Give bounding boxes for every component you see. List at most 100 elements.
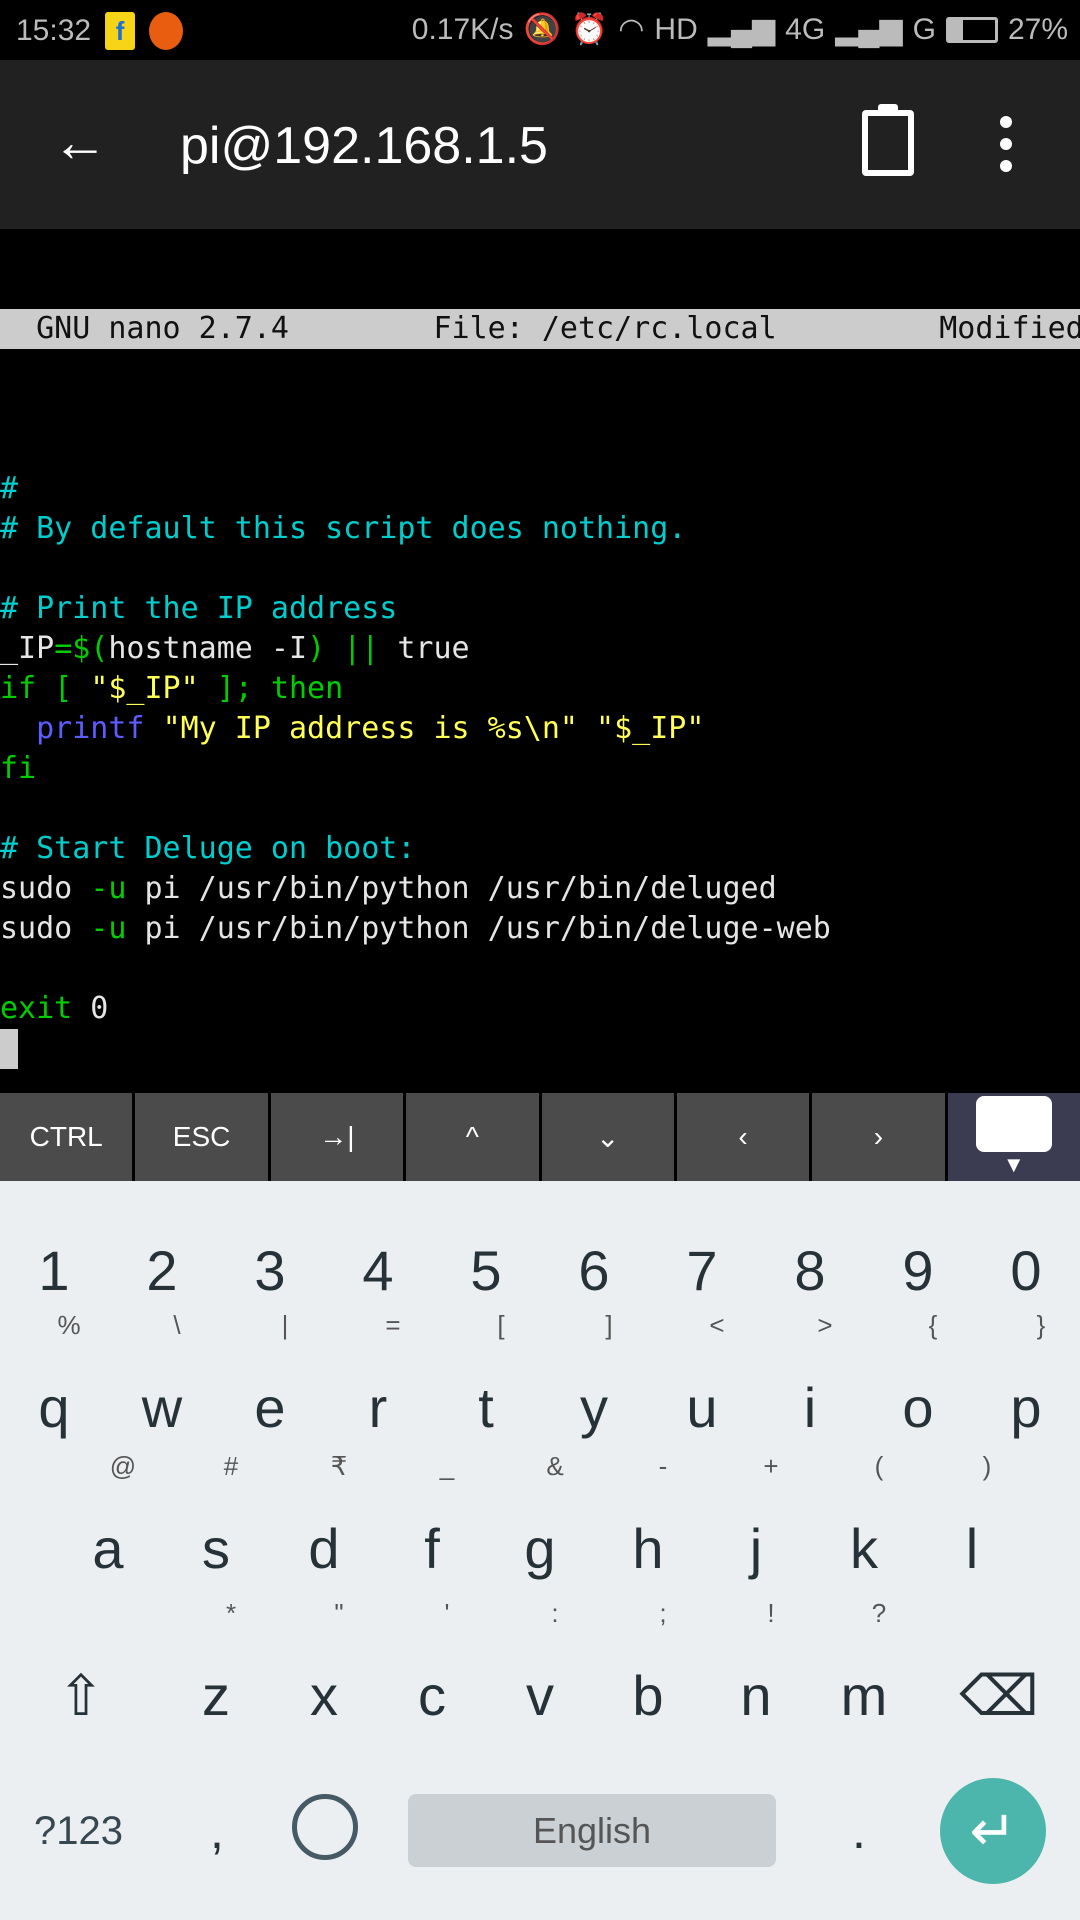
key-9[interactable]: 9: [864, 1221, 972, 1321]
net-speed: 0.17K/s: [411, 12, 514, 46]
period-key[interactable]: .: [852, 1781, 866, 1881]
key-5[interactable]: 5: [432, 1221, 540, 1321]
key-hint: ": [334, 1598, 344, 1628]
key-label: o: [902, 1376, 934, 1439]
key-b[interactable]: b;: [594, 1598, 702, 1746]
code-token: ): [307, 631, 326, 666]
key-h[interactable]: h-: [594, 1451, 702, 1599]
shift-icon[interactable]: ⇧: [0, 1646, 162, 1746]
arrow-left-icon[interactable]: ←: [52, 112, 108, 172]
arrow-right-key[interactable]: ›: [812, 1093, 945, 1181]
globe-icon[interactable]: [292, 1794, 358, 1860]
key-label: u: [686, 1376, 718, 1439]
key-2[interactable]: 2: [108, 1221, 216, 1321]
key-label: 0: [1010, 1239, 1042, 1302]
key-6[interactable]: 6: [540, 1221, 648, 1321]
key-1[interactable]: 1: [0, 1221, 108, 1321]
key-4[interactable]: 4: [324, 1221, 432, 1321]
comma-key[interactable]: ,: [210, 1781, 224, 1881]
key-d[interactable]: d ₹: [270, 1451, 378, 1599]
ctrl-key[interactable]: CTRL: [0, 1093, 133, 1181]
key-label: p: [1010, 1376, 1042, 1439]
key-y[interactable]: y]: [540, 1310, 648, 1458]
key-8[interactable]: 8: [756, 1221, 864, 1321]
code-token: # Start Deluge on boot:: [0, 831, 416, 866]
arrow-left-key[interactable]: ‹: [676, 1093, 810, 1181]
key-g[interactable]: g &: [486, 1451, 594, 1599]
more-vert-icon[interactable]: [1000, 116, 1014, 182]
key-hint: +: [763, 1451, 779, 1481]
key-label: 3: [254, 1239, 286, 1302]
key-label: 7: [686, 1239, 718, 1302]
enter-icon[interactable]: ↵: [940, 1778, 1046, 1884]
key-label: y: [580, 1376, 608, 1439]
key-label: v: [526, 1664, 554, 1727]
key-l[interactable]: l): [918, 1451, 1026, 1599]
key-label: q: [38, 1376, 70, 1439]
key-0[interactable]: 0: [972, 1221, 1080, 1321]
key-s[interactable]: s #: [162, 1451, 270, 1599]
key-v[interactable]: v:: [486, 1598, 594, 1746]
key-label: 9: [902, 1239, 934, 1302]
space-bar[interactable]: English: [408, 1794, 776, 1867]
code-token: "My IP address is %s\n" "$_IP": [162, 711, 705, 746]
key-x[interactable]: x ": [270, 1598, 378, 1746]
key-label: f: [424, 1517, 440, 1580]
key-n[interactable]: n!: [702, 1598, 810, 1746]
signal-icon: ▂▄▆: [835, 13, 903, 46]
key-label: 6: [578, 1239, 610, 1302]
key-f[interactable]: f _: [378, 1451, 486, 1599]
terminal-line: #: [0, 469, 1080, 509]
app-bar: ← pi@192.168.1.5: [0, 60, 1080, 229]
code-token: # Print the IP address: [0, 591, 398, 626]
key-z[interactable]: z *: [162, 1598, 270, 1746]
key-p[interactable]: p}: [972, 1310, 1080, 1458]
symbols-key[interactable]: ?123: [34, 1781, 123, 1881]
key-hint: _: [439, 1451, 455, 1481]
key-o[interactable]: o{: [864, 1310, 972, 1458]
key-i[interactable]: i >: [756, 1310, 864, 1458]
battery-level: 27%: [1007, 12, 1068, 46]
arrow-up-key[interactable]: ^: [406, 1093, 539, 1181]
key-m[interactable]: m?: [810, 1598, 918, 1746]
key-hint: [: [497, 1310, 505, 1340]
key-hint: -: [658, 1451, 668, 1481]
key-hint: #: [223, 1451, 239, 1481]
key-hint: >: [817, 1310, 833, 1340]
key-hint: !: [767, 1598, 775, 1628]
key-a[interactable]: a @: [54, 1451, 162, 1599]
key-7[interactable]: 7: [648, 1221, 756, 1321]
code-token: hostname -I: [108, 631, 308, 666]
esc-key[interactable]: ESC: [135, 1093, 268, 1181]
key-j[interactable]: j +: [702, 1451, 810, 1599]
keyboard-toggle-icon[interactable]: ▼: [947, 1093, 1080, 1181]
key-q[interactable]: q%: [0, 1310, 108, 1458]
key-t[interactable]: t[: [432, 1310, 540, 1458]
extra-keys-bar: CTRL ESC →| ^ ⌄ ‹ › ▼: [0, 1093, 1080, 1181]
key-label: 1: [38, 1239, 70, 1302]
code-token: fi: [0, 751, 37, 786]
net-4g: 4G: [785, 12, 826, 46]
code-token: -u: [90, 871, 127, 906]
key-label: l: [965, 1517, 979, 1580]
key-r[interactable]: r =: [324, 1310, 432, 1458]
flipkart-icon: f: [105, 12, 136, 50]
key-label: 5: [470, 1239, 502, 1302]
clipboard-icon[interactable]: [862, 104, 914, 176]
tab-key[interactable]: →|: [270, 1093, 404, 1181]
key-k[interactable]: k(: [810, 1451, 918, 1599]
terminal-line: _IP=$(hostname -I) || true: [0, 629, 1080, 669]
key-label: i: [803, 1376, 817, 1439]
key-e[interactable]: e |: [216, 1310, 324, 1458]
key-c[interactable]: c ': [378, 1598, 486, 1746]
arrow-down-key[interactable]: ⌄: [541, 1093, 674, 1181]
key-hint: :: [551, 1598, 559, 1628]
backspace-icon[interactable]: ⌫: [918, 1646, 1080, 1746]
key-u[interactable]: u <: [648, 1310, 756, 1458]
key-hint: (: [874, 1451, 884, 1481]
wifi-icon: ◠: [618, 13, 645, 46]
key-3[interactable]: 3: [216, 1221, 324, 1321]
key-w[interactable]: w \: [108, 1310, 216, 1458]
